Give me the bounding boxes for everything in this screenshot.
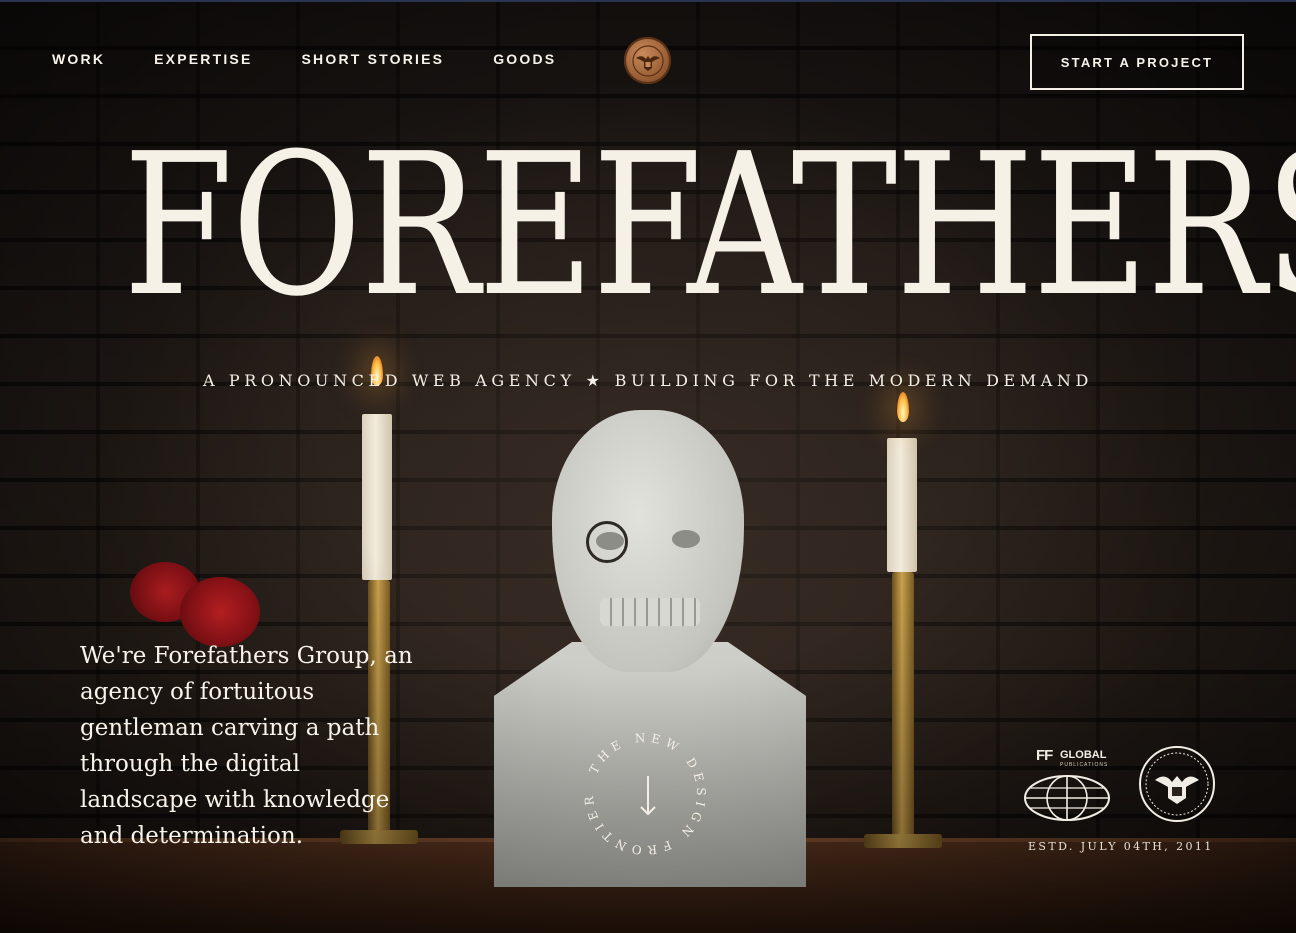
start-project-button[interactable]: START A PROJECT	[1030, 34, 1244, 90]
intro-text: We're Forefathers Group, an agency of fo…	[80, 643, 413, 849]
main-nav: WORK EXPERTISE SHORT STORIES GOODS	[52, 51, 556, 67]
nav-item-goods[interactable]: GOODS	[493, 51, 556, 67]
nav-item-expertise[interactable]: EXPERTISE	[154, 51, 252, 67]
arrow-down-icon[interactable]	[638, 774, 658, 818]
tagline-left: A PRONOUNCED WEB AGENCY	[203, 371, 576, 390]
presidential-seal-icon	[1139, 746, 1215, 822]
eagle-seal-icon[interactable]	[624, 37, 671, 84]
page: WORK EXPERTISE SHORT STORIES GOODS START…	[0, 0, 1296, 933]
nav-item-short-stories[interactable]: SHORT STORIES	[302, 51, 445, 67]
established-date: ESTD. JULY 04TH, 2011	[1028, 840, 1214, 853]
star-icon: ★	[585, 371, 605, 390]
globe-icon	[1024, 775, 1110, 821]
nav-item-work[interactable]: WORK	[52, 51, 105, 67]
hero-title: FOREFATHERS	[123, 112, 1296, 340]
tagline-right: BUILDING FOR THE MODERN DEMAND	[614, 371, 1093, 390]
eagle-icon	[631, 44, 664, 77]
tagline: A PRONOUNCED WEB AGENCY ★ BUILDING FOR THE…	[0, 371, 1296, 390]
